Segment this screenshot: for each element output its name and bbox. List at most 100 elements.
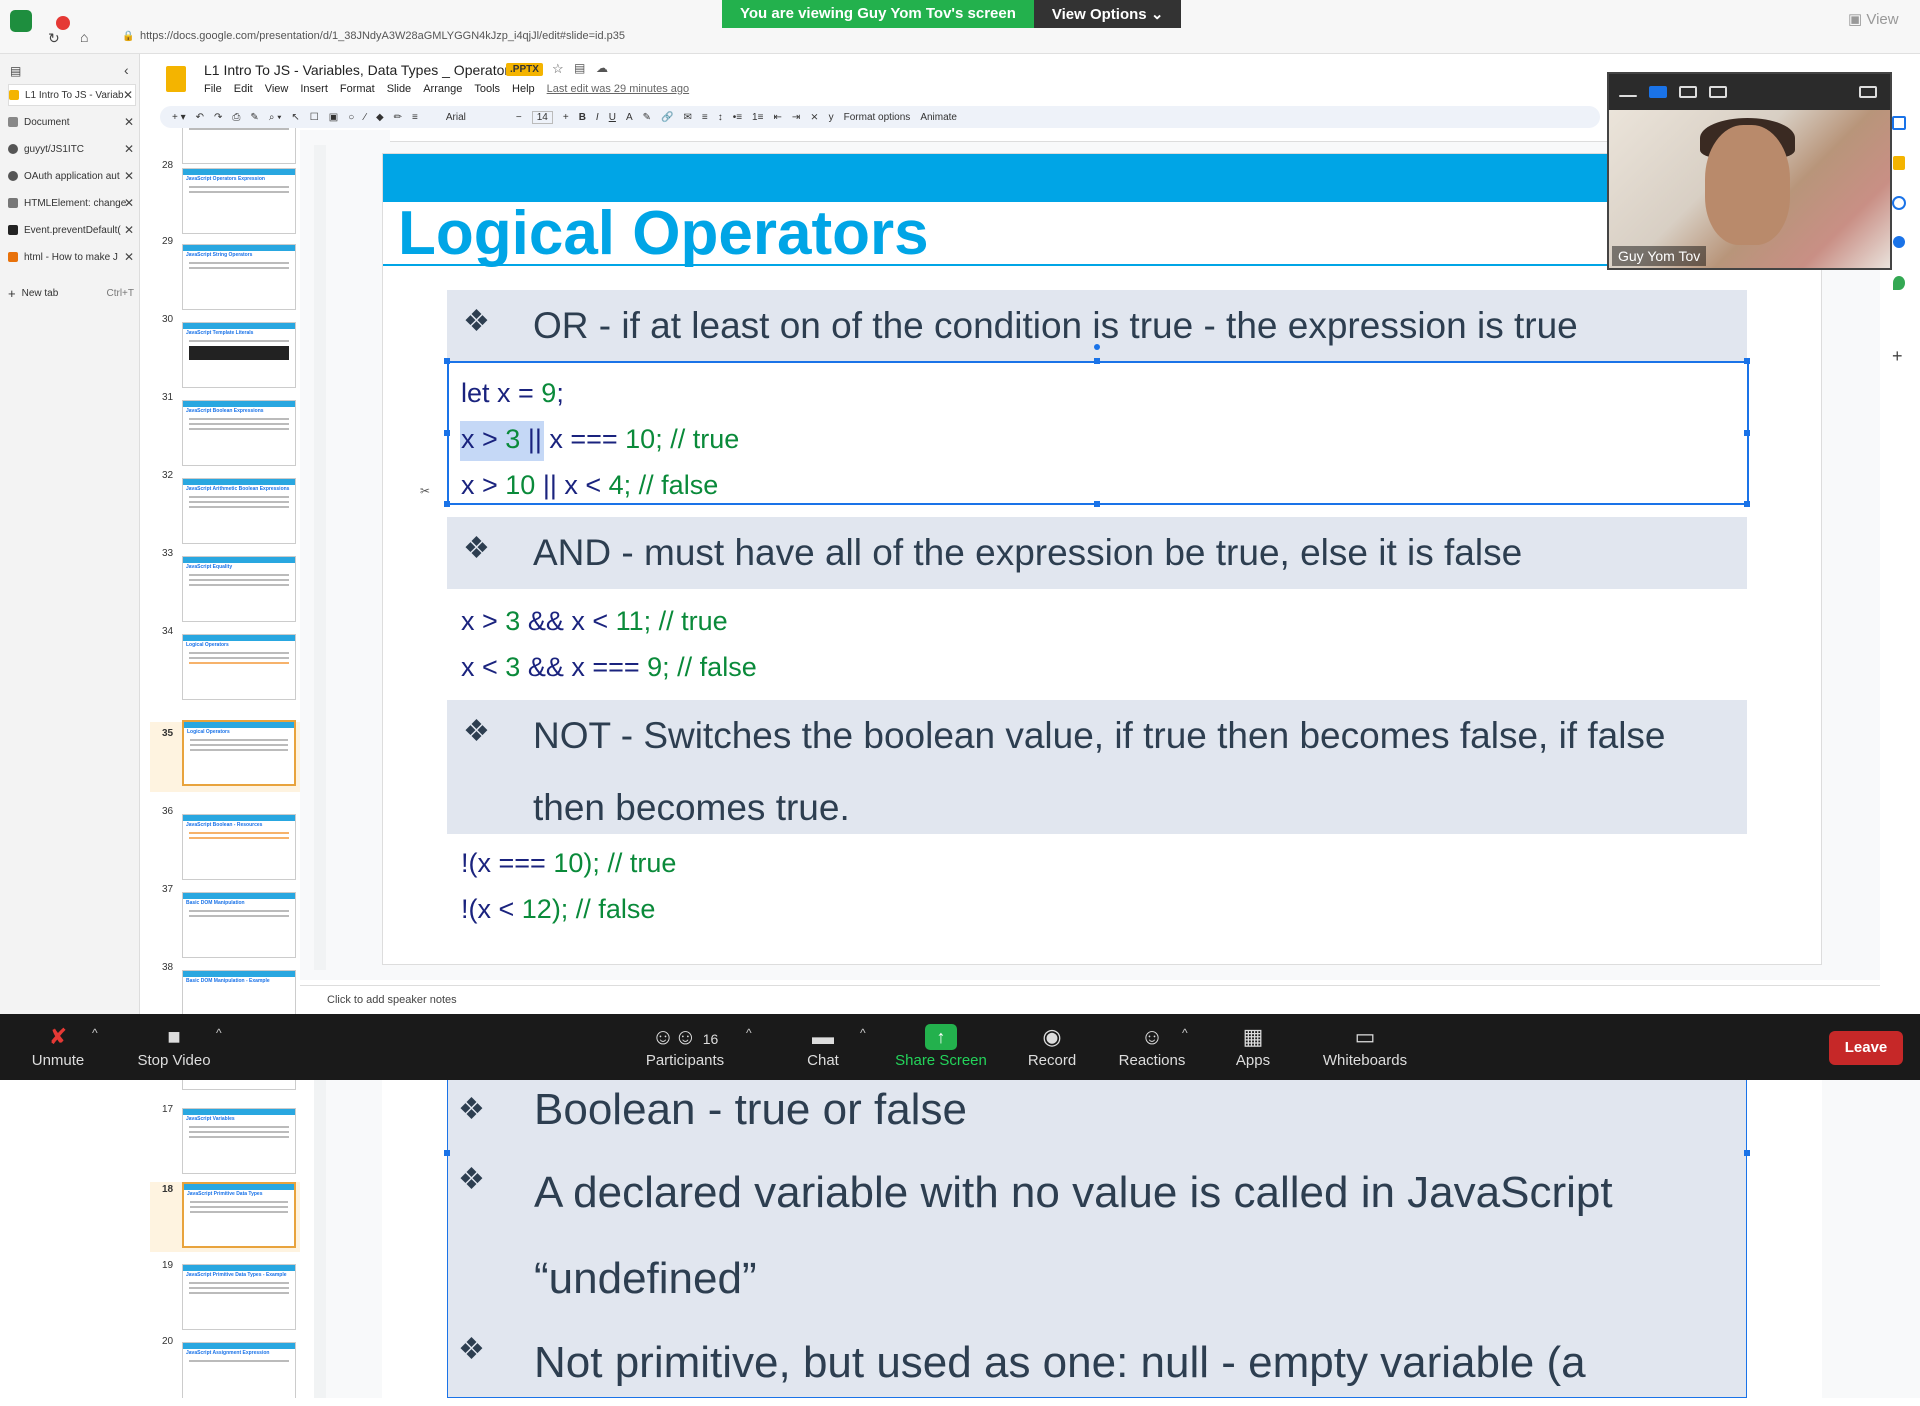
- rotate-handle-icon[interactable]: [1094, 344, 1100, 350]
- tab-stackoverflow[interactable]: html - How to make J ✕: [8, 246, 136, 268]
- collapse-chevron-icon[interactable]: ‹: [124, 62, 129, 78]
- address-bar[interactable]: https://docs.google.com/presentation/d/1…: [140, 30, 625, 42]
- line-icon[interactable]: ∕: [364, 112, 366, 123]
- menu-format[interactable]: Format: [340, 83, 375, 95]
- menu-view[interactable]: View: [265, 83, 289, 95]
- resize-handle[interactable]: [1744, 1150, 1750, 1156]
- bulleted-list-icon[interactable]: •≡: [733, 112, 742, 123]
- stop-video-button[interactable]: ■ Stop Video: [134, 1022, 214, 1069]
- select-icon[interactable]: ↖: [291, 112, 299, 123]
- close-icon[interactable]: ✕: [124, 223, 134, 237]
- resize-handle[interactable]: [444, 1150, 450, 1156]
- slide-thumbnail[interactable]: JavaScript Assignment Expression: [182, 1342, 296, 1398]
- apps-button[interactable]: ▦ Apps: [1230, 1022, 1276, 1069]
- text-color-icon[interactable]: A: [626, 112, 633, 123]
- resize-handle[interactable]: [444, 430, 450, 436]
- slide-thumbnail[interactable]: JavaScript Primitive Data Types - Exampl…: [182, 1264, 296, 1330]
- chat-chevron-icon[interactable]: ^: [860, 1026, 866, 1040]
- font-select[interactable]: Arial: [446, 112, 506, 123]
- move-icon[interactable]: ▤: [574, 61, 585, 75]
- decrease-font-icon[interactable]: −: [516, 112, 522, 123]
- code-line[interactable]: x > 3 || x === 10; // true: [461, 424, 739, 455]
- slide-thumbnail[interactable]: JavaScript Boolean Expressions: [182, 400, 296, 466]
- record-button[interactable]: ◉ Record: [1024, 1022, 1080, 1069]
- slides-logo-icon[interactable]: [166, 66, 186, 92]
- close-icon[interactable]: ✕: [123, 88, 133, 102]
- last-edit-link[interactable]: Last edit was 29 minutes ago: [547, 83, 689, 95]
- slide-thumbnail[interactable]: JavaScript Equality: [182, 556, 296, 622]
- line-spacing-icon[interactable]: ↕: [718, 112, 723, 123]
- format-options-button[interactable]: Format options: [844, 112, 911, 123]
- comment-icon[interactable]: ✉: [683, 112, 691, 123]
- slide-title[interactable]: Logical Operators: [398, 198, 929, 269]
- or-bullet-box[interactable]: ❖ OR - if at least on of the condition i…: [447, 290, 1747, 362]
- tab-slides[interactable]: L1 Intro To JS - Variab ✕: [8, 84, 136, 106]
- underline-icon[interactable]: U: [609, 112, 616, 123]
- zoom-icon[interactable]: ⌕ ▾: [269, 112, 282, 123]
- paint-format-icon[interactable]: ✎: [250, 112, 258, 123]
- resize-handle[interactable]: [1094, 501, 1100, 507]
- animate-button[interactable]: Animate: [920, 112, 957, 123]
- slide-thumbnail[interactable]: [182, 128, 296, 164]
- reactions-button[interactable]: ☺ Reactions: [1118, 1022, 1186, 1069]
- view-options-button[interactable]: View Options ⌄: [1033, 0, 1182, 28]
- slide-thumbnail[interactable]: JavaScript Boolean - Resources: [182, 814, 296, 880]
- border-color-icon[interactable]: ✏: [394, 112, 402, 123]
- slide-thumbnail[interactable]: [182, 1080, 296, 1090]
- slide-thumbnail[interactable]: Logical Operators: [182, 634, 296, 700]
- tab-htmlelement[interactable]: HTMLElement: change ✕: [8, 192, 136, 214]
- resize-handle[interactable]: [444, 501, 450, 507]
- speaker-view-icon[interactable]: [1649, 86, 1667, 98]
- tasks-icon[interactable]: [1892, 196, 1906, 210]
- code-line[interactable]: !(x < 12); // false: [461, 894, 655, 925]
- contacts-icon[interactable]: [1893, 236, 1905, 248]
- video-options-chevron-icon[interactable]: ^: [216, 1026, 222, 1040]
- indent-decrease-icon[interactable]: ⇤: [773, 112, 781, 123]
- whiteboards-button[interactable]: ▭ Whiteboards: [1318, 1022, 1412, 1069]
- unmute-button[interactable]: ✘ Unmute: [28, 1022, 88, 1069]
- speaker-notes[interactable]: Click to add speaker notes: [300, 985, 1880, 1015]
- lower-bullet-box[interactable]: ❖ Boolean - true or false ❖ A declared v…: [447, 1080, 1747, 1398]
- resize-handle[interactable]: [1744, 358, 1750, 364]
- close-icon[interactable]: ✕: [124, 169, 134, 183]
- not-bullet-box[interactable]: ❖ NOT - Switches the boolean value, if t…: [447, 700, 1747, 834]
- close-icon[interactable]: ✕: [124, 115, 134, 129]
- keep-icon[interactable]: [1893, 156, 1905, 170]
- minimize-video-icon[interactable]: [1619, 95, 1637, 97]
- participants-chevron-icon[interactable]: ^: [746, 1026, 752, 1040]
- link-toggle-icon[interactable]: ✂: [420, 484, 430, 498]
- gallery-view-icon[interactable]: [1709, 86, 1727, 98]
- text-box-icon[interactable]: ☐: [310, 112, 319, 123]
- home-icon[interactable]: ⌂: [80, 29, 88, 45]
- slide-thumbnail[interactable]: JavaScript String Operators: [182, 244, 296, 310]
- image-icon[interactable]: ▣: [329, 112, 338, 123]
- audio-options-chevron-icon[interactable]: ^: [92, 1026, 98, 1040]
- resize-handle[interactable]: [1744, 501, 1750, 507]
- exit-fullscreen-icon[interactable]: [1859, 86, 1877, 98]
- close-icon[interactable]: ✕: [124, 250, 134, 264]
- slide-thumbnail[interactable]: Basic DOM Manipulation - Example: [182, 970, 296, 1014]
- resize-handle[interactable]: [1094, 358, 1100, 364]
- slide-thumbnail[interactable]: JavaScript Variables: [182, 1108, 296, 1174]
- code-line[interactable]: x > 3 && x < 11; // true: [461, 606, 728, 637]
- italic-icon[interactable]: I: [596, 112, 599, 123]
- numbered-list-icon[interactable]: 1≡: [752, 112, 763, 123]
- and-bullet-box[interactable]: ❖ AND - must have all of the expression …: [447, 517, 1747, 589]
- shape-icon[interactable]: ○: [348, 112, 354, 123]
- maps-icon[interactable]: [1893, 276, 1905, 290]
- leave-button[interactable]: Leave: [1829, 1031, 1903, 1065]
- link-icon[interactable]: 🔗: [661, 112, 673, 123]
- slide-thumbnail[interactable]: JavaScript Template Literals: [182, 322, 296, 388]
- font-size-input[interactable]: 14: [531, 110, 553, 124]
- code-line[interactable]: x > 10 || x < 4; // false: [461, 470, 718, 501]
- menu-tools[interactable]: Tools: [474, 83, 500, 95]
- indent-increase-icon[interactable]: ⇥: [792, 112, 800, 123]
- menu-arrange[interactable]: Arrange: [423, 83, 462, 95]
- tab-oauth[interactable]: OAuth application aut ✕: [8, 165, 136, 187]
- code-line[interactable]: let x = 9;: [461, 378, 564, 409]
- reload-icon[interactable]: ↻: [48, 30, 60, 47]
- slide-thumbnail[interactable]: Basic DOM Manipulation: [182, 892, 296, 958]
- input-tools-icon[interactable]: у: [829, 112, 834, 123]
- participants-button[interactable]: ☺☺ 16 Participants: [640, 1022, 730, 1069]
- slide-thumbnail-current[interactable]: JavaScript Primitive Data Types: [182, 1182, 296, 1248]
